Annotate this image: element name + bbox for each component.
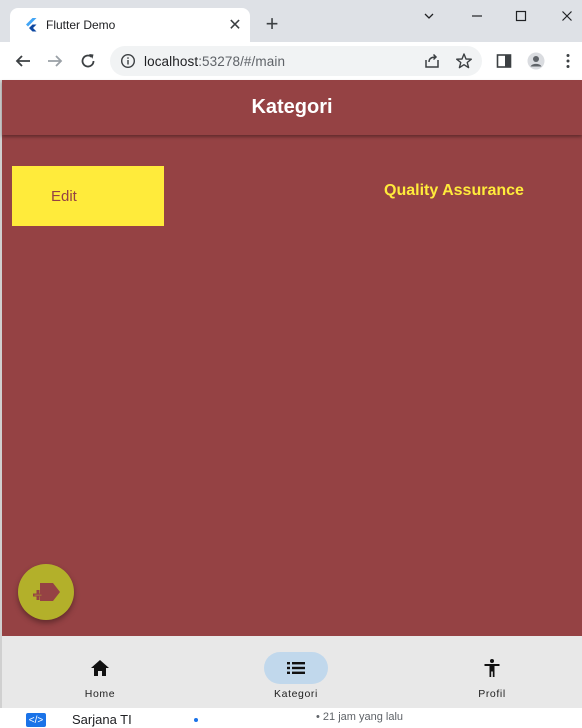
back-arrow-icon[interactable] [13,51,33,71]
home-icon [91,660,109,676]
accessibility-icon [484,659,500,677]
background-item-time: • 21 jam yang lalu [316,711,404,723]
maximize-icon[interactable] [506,4,536,28]
code-icon: </> [26,713,46,727]
flutter-icon [24,18,38,32]
app-bar: Kategori [2,80,582,135]
url-path: :53278/#/main [198,54,286,69]
background-item-title: Sarjana TI [72,712,132,727]
bottom-navigation: Home Kategori Profil [2,636,582,708]
edit-button-label: Edit [51,187,77,205]
nav-profil-indicator [460,652,524,684]
list-icon [287,662,305,674]
share-icon[interactable] [422,51,442,71]
info-icon[interactable] [120,53,136,69]
forward-arrow-icon[interactable] [45,51,65,71]
url-text[interactable]: localhost:53278/#/main [144,54,285,69]
nav-profil-label: Profil [478,688,506,700]
nav-home-indicator [68,652,132,684]
close-tab-icon[interactable]: ✕ [226,16,244,34]
app-body: Kategori Edit Quality Assurance [2,80,582,636]
nav-kategori[interactable]: Kategori [246,652,346,702]
address-bar[interactable]: localhost:53278/#/main [110,46,482,76]
bookmark-star-icon[interactable] [454,51,474,71]
url-host: localhost [144,54,199,69]
tab-title: Flutter Demo [46,18,116,32]
nav-home[interactable]: Home [50,652,150,702]
nav-profil[interactable]: Profil [442,652,542,702]
side-panel-icon[interactable] [494,51,514,71]
browser-toolbar: localhost:53278/#/main [0,42,582,80]
page-title: Kategori [251,96,333,118]
edit-button[interactable]: Edit [12,166,164,226]
background-window: </> Sarjana TI • 21 jam yang lalu [0,708,582,728]
close-window-icon[interactable] [552,4,582,28]
browser-tab[interactable]: Flutter Demo ✕ [10,8,250,42]
add-category-button[interactable] [18,564,74,620]
category-name: Quality Assurance [384,182,524,199]
profile-avatar-icon[interactable] [526,51,546,71]
unread-dot [194,718,198,722]
new-tab-button[interactable]: + [262,13,282,35]
nav-home-label: Home [84,688,116,700]
tab-search-icon[interactable] [414,4,444,28]
reload-icon[interactable] [78,51,98,71]
minimize-icon[interactable] [462,4,492,28]
tab-strip: Flutter Demo ✕ + [0,0,582,42]
nav-kategori-label: Kategori [274,688,318,700]
add-tag-icon [33,583,60,601]
menu-kebab-icon[interactable] [558,51,578,71]
nav-kategori-indicator [264,652,328,684]
